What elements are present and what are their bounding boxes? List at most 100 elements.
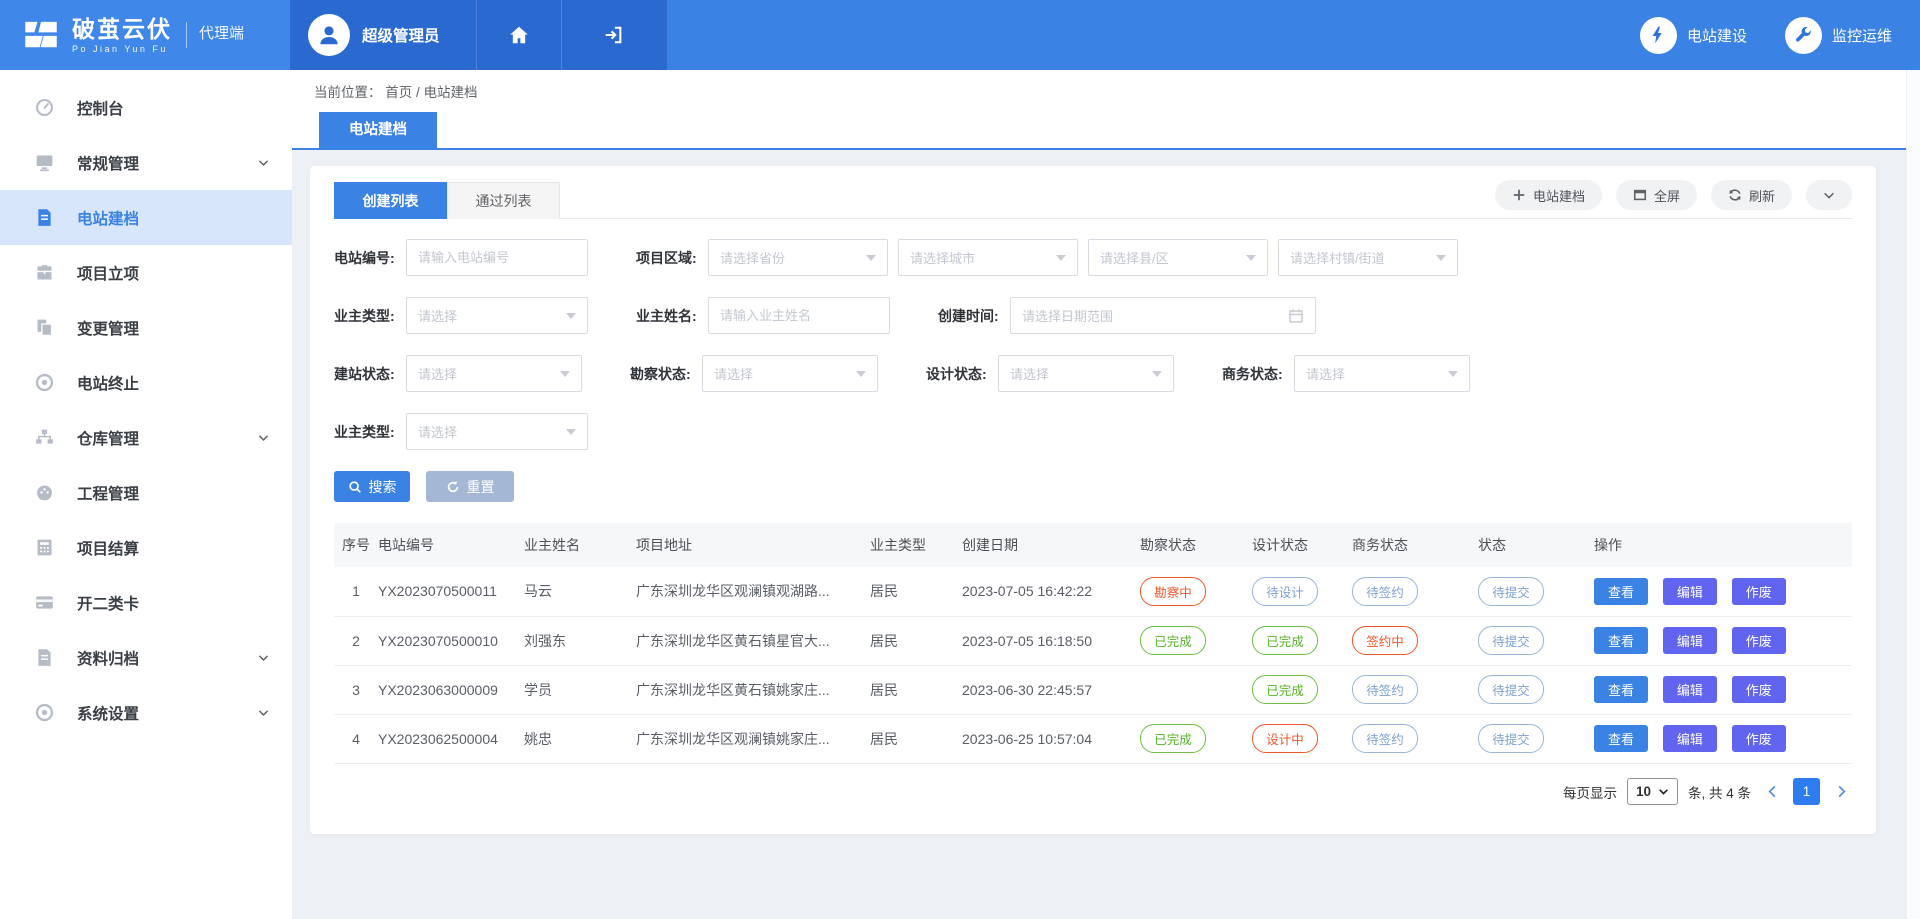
collapse-toolbar-button[interactable] bbox=[1806, 180, 1852, 210]
sidebar-item-label: 控制台 bbox=[77, 97, 124, 119]
edit-button[interactable]: 编辑 bbox=[1663, 676, 1717, 703]
caret-down-icon bbox=[566, 313, 576, 319]
next-page-button[interactable] bbox=[1830, 781, 1852, 803]
view-button[interactable]: 查看 bbox=[1594, 578, 1648, 605]
table-row: 1 YX2023070500011 马云 广东深圳龙华区观澜镇观湖路... 居民… bbox=[334, 567, 1852, 616]
survey-status-select[interactable]: 请选择 bbox=[702, 355, 878, 392]
nav-monitor-ops[interactable]: 监控运维 bbox=[1785, 17, 1892, 54]
logout-button[interactable] bbox=[561, 0, 667, 70]
col-business: 商务状态 bbox=[1352, 523, 1478, 567]
page-tab-row: 电站建档 bbox=[292, 112, 1920, 150]
refresh-button[interactable]: 刷新 bbox=[1711, 180, 1792, 210]
sidebar-item-engineering[interactable]: 工程管理 bbox=[0, 465, 292, 520]
date-range-input[interactable]: 请选择日期范围 bbox=[1010, 297, 1316, 334]
sidebar-item-general-mgmt[interactable]: 常规管理 bbox=[0, 135, 292, 190]
owner-type2-select[interactable]: 请选择 bbox=[406, 413, 588, 450]
user-section: 超级管理员 bbox=[290, 0, 667, 70]
cell-code: YX2023070500011 bbox=[378, 567, 524, 616]
tab-create-list[interactable]: 创建列表 bbox=[334, 182, 447, 219]
owner-name-input[interactable] bbox=[708, 297, 890, 334]
edit-button[interactable]: 编辑 bbox=[1663, 725, 1717, 752]
add-station-button[interactable]: 电站建档 bbox=[1495, 180, 1602, 210]
sidebar-item-station-terminate[interactable]: 电站终止 bbox=[0, 355, 292, 410]
scrollbar-track[interactable] bbox=[1906, 70, 1920, 919]
sidebar-item-card-type2[interactable]: 开二类卡 bbox=[0, 575, 292, 630]
prev-page-button[interactable] bbox=[1761, 781, 1783, 803]
build-status-select[interactable]: 请选择 bbox=[406, 355, 582, 392]
col-status: 状态 bbox=[1478, 523, 1594, 567]
edit-button[interactable]: 编辑 bbox=[1663, 627, 1717, 654]
body: 控制台 常规管理 电站建档 项目立项 变更管理 电站终止 bbox=[0, 70, 1920, 919]
view-button[interactable]: 查看 bbox=[1594, 676, 1648, 703]
cell-created: 2023-07-05 16:18:50 bbox=[962, 616, 1140, 665]
owner-type-select[interactable]: 请选择 bbox=[406, 297, 588, 334]
province-select[interactable]: 请选择省份 bbox=[708, 239, 888, 276]
sidebar-item-label: 项目结算 bbox=[77, 537, 139, 559]
sidebar-item-warehouse[interactable]: 仓库管理 bbox=[0, 410, 292, 465]
col-code: 电站编号 bbox=[378, 523, 524, 567]
owner-name-label: 业主姓名: bbox=[636, 306, 708, 326]
sidebar-item-label: 系统设置 bbox=[77, 702, 139, 724]
town-select[interactable]: 请选择村镇/街道 bbox=[1278, 239, 1458, 276]
cell-actions: 查看 编辑 作废 bbox=[1594, 567, 1852, 616]
design-status-select[interactable]: 请选择 bbox=[998, 355, 1174, 392]
caret-down-icon bbox=[1246, 255, 1256, 261]
void-button[interactable]: 作废 bbox=[1732, 627, 1786, 654]
owner-type-label: 业主类型: bbox=[334, 306, 406, 326]
per-page-select[interactable]: 10 bbox=[1627, 778, 1678, 805]
calendar-icon bbox=[1288, 308, 1304, 324]
user-menu[interactable]: 超级管理员 bbox=[290, 0, 476, 70]
view-button[interactable]: 查看 bbox=[1594, 627, 1648, 654]
void-button[interactable]: 作废 bbox=[1732, 725, 1786, 752]
cell-survey-status: 已完成 bbox=[1140, 616, 1252, 665]
sidebar-item-settlement[interactable]: 项目结算 bbox=[0, 520, 292, 575]
cell-address: 广东深圳龙华区黄石镇姚家庄... bbox=[636, 665, 870, 714]
county-select[interactable]: 请选择县/区 bbox=[1088, 239, 1268, 276]
reset-button[interactable]: 重置 bbox=[426, 471, 514, 502]
edit-button[interactable]: 编辑 bbox=[1663, 578, 1717, 605]
status-badge: 待签约 bbox=[1352, 675, 1418, 704]
sidebar-item-data-archive[interactable]: 资料归档 bbox=[0, 630, 292, 685]
station-code-input[interactable] bbox=[406, 239, 588, 276]
cell-business-status: 待签约 bbox=[1352, 665, 1478, 714]
list-tabs: 创建列表 通过列表 bbox=[334, 182, 560, 219]
filter-design-status: 设计状态: 请选择 bbox=[926, 355, 1174, 392]
owner-type2-label: 业主类型: bbox=[334, 422, 406, 442]
sidebar-item-project-init[interactable]: 项目立项 bbox=[0, 245, 292, 300]
home-button[interactable] bbox=[476, 0, 561, 70]
per-page-value: 10 bbox=[1636, 784, 1651, 799]
cell-address: 广东深圳龙华区观澜镇观湖路... bbox=[636, 567, 870, 616]
sidebar-item-station-archive[interactable]: 电站建档 bbox=[0, 190, 292, 245]
cell-business-status: 签约中 bbox=[1352, 616, 1478, 665]
app-window: 破茧云伏 Po Jian Yun Fu 代理端 超级管理员 bbox=[0, 0, 1920, 919]
plus-icon bbox=[1512, 188, 1526, 202]
tab-passed-list[interactable]: 通过列表 bbox=[447, 182, 560, 219]
file-archive-icon bbox=[34, 647, 55, 668]
fullscreen-button[interactable]: 全屏 bbox=[1616, 180, 1697, 210]
filter-business-status: 商务状态: 请选择 bbox=[1222, 355, 1470, 392]
cell-business-status: 待签约 bbox=[1352, 714, 1478, 763]
sidebar-item-change-mgmt[interactable]: 变更管理 bbox=[0, 300, 292, 355]
col-created: 创建日期 bbox=[962, 523, 1140, 567]
caret-down-icon bbox=[560, 371, 570, 377]
status-badge: 待签约 bbox=[1352, 724, 1418, 753]
cell-status: 待提交 bbox=[1478, 665, 1594, 714]
sidebar-item-system-settings[interactable]: 系统设置 bbox=[0, 685, 292, 740]
nav-station-build[interactable]: 电站建设 bbox=[1640, 17, 1747, 54]
status-badge: 已完成 bbox=[1252, 675, 1318, 704]
city-select[interactable]: 请选择城市 bbox=[898, 239, 1078, 276]
page-tab-station-archive[interactable]: 电站建档 bbox=[319, 112, 437, 148]
cell-design-status: 设计中 bbox=[1252, 714, 1352, 763]
table-row: 2 YX2023070500010 刘强东 广东深圳龙华区黄石镇星官大... 居… bbox=[334, 616, 1852, 665]
business-status-select[interactable]: 请选择 bbox=[1294, 355, 1470, 392]
void-button[interactable]: 作废 bbox=[1732, 578, 1786, 605]
void-button[interactable]: 作废 bbox=[1732, 676, 1786, 703]
sidebar-item-console[interactable]: 控制台 bbox=[0, 80, 292, 135]
table-header-row: 序号 电站编号 业主姓名 项目地址 业主类型 创建日期 勘察状态 设计状态 商务… bbox=[334, 523, 1852, 567]
filter-owner-type: 业主类型: 请选择 bbox=[334, 297, 588, 334]
search-button[interactable]: 搜索 bbox=[334, 471, 410, 502]
view-button[interactable]: 查看 bbox=[1594, 725, 1648, 752]
page-number-1[interactable]: 1 bbox=[1793, 778, 1820, 805]
sidebar-item-label: 仓库管理 bbox=[77, 427, 139, 449]
monitor-icon bbox=[34, 152, 55, 173]
